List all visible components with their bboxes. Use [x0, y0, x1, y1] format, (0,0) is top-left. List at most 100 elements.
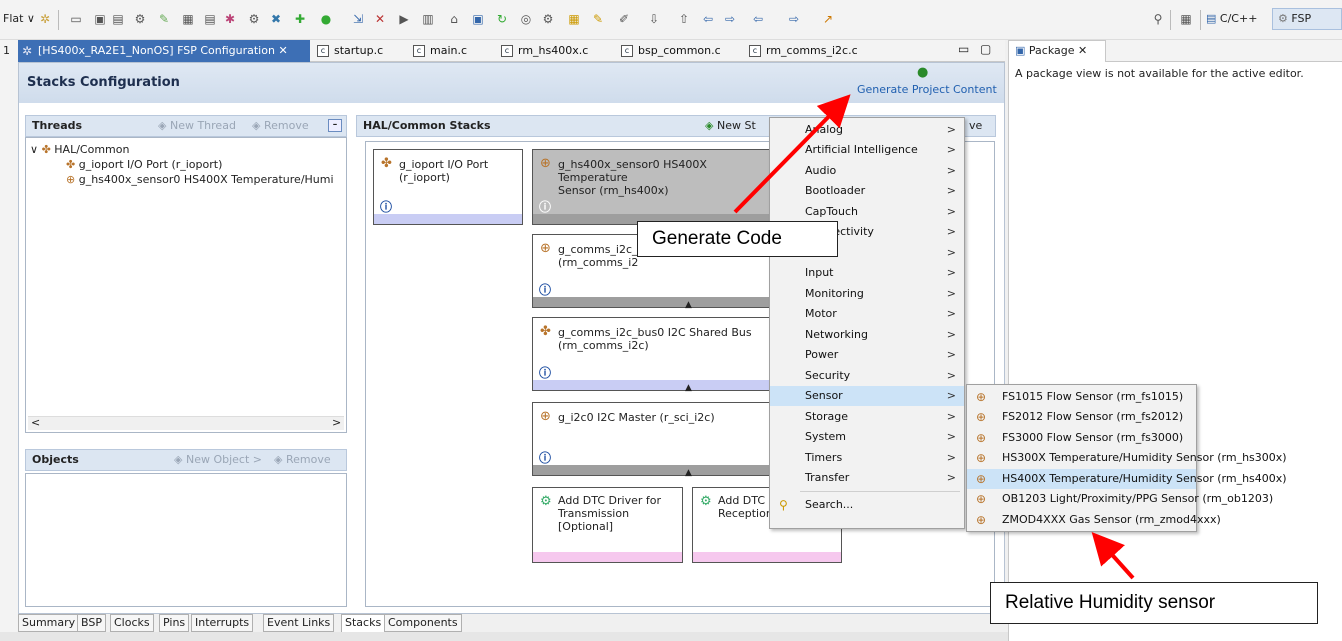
tab-clocks[interactable]: Clocks	[110, 614, 154, 632]
expand-icon[interactable]: ∨	[30, 143, 38, 156]
stack-card-comms-i2c-bus0[interactable]: ✤ g_comms_i2c_bus0 I2C Shared Bus (rm_com…	[532, 317, 772, 391]
run-icon[interactable]: ●	[318, 11, 334, 27]
marker-icon[interactable]: ▦	[566, 11, 582, 27]
menu-item-fs2012[interactable]: ⊕ FS2012 Flow Sensor (rm_fs2012)	[967, 407, 1196, 427]
menu-item-audio[interactable]: Audio >	[770, 161, 964, 181]
menu-item-power[interactable]: Power >	[770, 345, 964, 365]
pin-icon[interactable]: ⌂	[446, 11, 462, 27]
scroll-right-icon[interactable]: >	[332, 416, 341, 429]
tree-item-ioport[interactable]: ✤ g_ioport I/O Port (r_ioport)	[66, 157, 222, 172]
menu-item-sensor[interactable]: Sensor >	[770, 386, 964, 406]
menu-item-zmod4xxx[interactable]: ⊕ ZMOD4XXX Gas Sensor (rm_zmod4xxx)	[967, 510, 1221, 530]
tab-fsp-configuration[interactable]: ✲ [HS400x_RA2E1_NonOS] FSP Configuration…	[18, 40, 310, 62]
resume-icon[interactable]: ▶	[396, 11, 412, 27]
prev-annotation-icon[interactable]: ⇧	[676, 11, 692, 27]
next-annotation-icon[interactable]: ⇩	[646, 11, 662, 27]
search-icon[interactable]: ⚲	[1150, 11, 1166, 27]
tab-rm-comms-i2c-c[interactable]: c rm_comms_i2c.c	[746, 40, 858, 62]
annotation-icon[interactable]: ✐	[616, 11, 632, 27]
gear-icon[interactable]: ⚙	[246, 11, 262, 27]
info-icon[interactable]: ⓘ	[539, 449, 551, 466]
new-object-button[interactable]: ◈ New Object >	[174, 450, 262, 470]
collapse-icon[interactable]: –	[328, 119, 342, 132]
scroll-left-icon[interactable]: <	[31, 416, 40, 429]
info-icon[interactable]: ⓘ	[539, 364, 551, 381]
menu-item-ob1203[interactable]: ⊕ OB1203 Light/Proximity/PPG Sensor (rm_o…	[967, 489, 1273, 509]
tab-interrupts[interactable]: Interrupts	[191, 614, 254, 632]
tree-item-hs400x-sensor0[interactable]: ⊕ g_hs400x_sensor0 HS400X Temperature/Hu…	[66, 172, 334, 187]
tab-bsp[interactable]: BSP	[77, 614, 106, 632]
remove-thread-button[interactable]: ◈ Remove	[252, 116, 309, 136]
step-icon[interactable]: ⇲	[350, 11, 366, 27]
new-file-icon[interactable]: ▭	[68, 11, 84, 27]
gear-icon[interactable]: ⚙	[540, 11, 556, 27]
tab-pins[interactable]: Pins	[159, 614, 190, 632]
tab-stacks[interactable]: Stacks	[341, 614, 386, 632]
tab-startup-c[interactable]: c startup.c	[314, 40, 383, 62]
target-icon[interactable]: ▦	[180, 11, 196, 27]
horizontal-scrollbar[interactable]: < >	[28, 416, 344, 430]
tree-item-hal-common[interactable]: ∨ ✤ HAL/Common	[30, 142, 129, 157]
forward-icon[interactable]: ⇨	[722, 11, 738, 27]
tab-package[interactable]: ▣ Package ✕	[1008, 40, 1106, 62]
menu-item-artificial-intelligence[interactable]: Artificial Intelligence >	[770, 140, 964, 160]
save-all-icon[interactable]: ▤	[110, 11, 126, 27]
menu-item-hs400x[interactable]: ⊕ HS400X Temperature/Humidity Sensor (rm_…	[967, 469, 1287, 489]
pencil-icon[interactable]: ✎	[590, 11, 606, 27]
stack-card-ioport[interactable]: ✤ g_ioport I/O Port (r_ioport) ⓘ	[373, 149, 523, 225]
close-icon[interactable]: ✕	[1078, 44, 1087, 57]
info-icon[interactable]: ⓘ	[539, 281, 551, 298]
generate-project-content-button[interactable]: Generate Project Content	[857, 83, 997, 96]
tools-icon[interactable]: ✖	[268, 11, 284, 27]
search-files-icon[interactable]: ◎	[518, 11, 534, 27]
new-thread-button[interactable]: ◈ New Thread	[158, 116, 236, 136]
menu-item-security[interactable]: Security >	[770, 366, 964, 386]
menu-item-input[interactable]: Input >	[770, 263, 964, 283]
stack-card-hs400x-sensor0[interactable]: ⊕ g_hs400x_sensor0 HS400X Temperature Sen…	[532, 149, 772, 225]
perspective-icon[interactable]: ▦	[1178, 11, 1194, 27]
menu-item-bootloader[interactable]: Bootloader >	[770, 181, 964, 201]
arrow-right-icon[interactable]: ⇨	[786, 11, 802, 27]
fsp-perspective-button[interactable]: ⚙ FSP	[1272, 8, 1342, 30]
info-icon[interactable]: ⓘ	[380, 198, 392, 215]
perspective-select[interactable]: Flat ∨	[3, 12, 35, 25]
menu-item-networking[interactable]: Networking >	[770, 325, 964, 345]
tab-bsp-common-c[interactable]: c bsp_common.c	[618, 40, 721, 62]
back-icon[interactable]: ⇦	[700, 11, 716, 27]
tab-main-c[interactable]: c main.c	[410, 40, 467, 62]
stack-card-i2c0-master[interactable]: ⊕ g_i2c0 I2C Master (r_sci_i2c) ⓘ	[532, 402, 772, 476]
menu-item-storage[interactable]: Storage >	[770, 407, 964, 427]
tab-rm-hs400x-c[interactable]: c rm_hs400x.c	[498, 40, 588, 62]
new-stack-button[interactable]: ◈ New St	[705, 116, 756, 136]
menu-item-fs1015[interactable]: ⊕ FS1015 Flow Sensor (rm_fs1015)	[967, 387, 1196, 407]
debug-icon[interactable]: ✱	[222, 11, 238, 27]
settings-icon[interactable]: ⚙	[132, 11, 148, 27]
menu-item-search[interactable]: ⚲ Search...	[770, 495, 964, 515]
gear-icon[interactable]: ✲	[37, 11, 53, 27]
menu-item-motor[interactable]: Motor >	[770, 304, 964, 324]
tab-summary[interactable]: Summary	[18, 614, 80, 632]
generate-icon[interactable]: ●	[917, 65, 928, 80]
remove-object-button[interactable]: ◈ Remove	[274, 450, 331, 470]
tab-components[interactable]: Components	[384, 614, 462, 632]
save-icon[interactable]: ▣	[92, 11, 108, 27]
minimize-icon[interactable]: ▭	[958, 42, 969, 56]
console-icon[interactable]: ▤	[202, 11, 218, 27]
menu-item-system[interactable]: System >	[770, 427, 964, 447]
open-perspective-icon[interactable]: ↗	[820, 11, 836, 27]
menu-item-captouch[interactable]: CapTouch >	[770, 202, 964, 222]
window-icon[interactable]: ▣	[470, 11, 486, 27]
menu-item-timers[interactable]: Timers >	[770, 448, 964, 468]
remove-stack-button[interactable]: ve	[969, 116, 982, 136]
add-dtc-transmission-card[interactable]: ⚙ Add DTC Driver for Transmission [Optiona…	[532, 487, 683, 563]
menu-item-transfer[interactable]: Transfer >	[770, 468, 964, 488]
tab-event-links[interactable]: Event Links	[263, 614, 335, 632]
menu-item-monitoring[interactable]: Monitoring >	[770, 284, 964, 304]
menu-item-fs3000[interactable]: ⊕ FS3000 Flow Sensor (rm_fs3000)	[967, 428, 1196, 448]
arrow-left-icon[interactable]: ⇦	[750, 11, 766, 27]
build-icon[interactable]: ✎	[156, 11, 172, 27]
memory-icon[interactable]: ▥	[420, 11, 436, 27]
bug-icon[interactable]: ✚	[292, 11, 308, 27]
maximize-icon[interactable]: ▢	[980, 42, 991, 56]
info-icon[interactable]: ⓘ	[539, 198, 551, 215]
